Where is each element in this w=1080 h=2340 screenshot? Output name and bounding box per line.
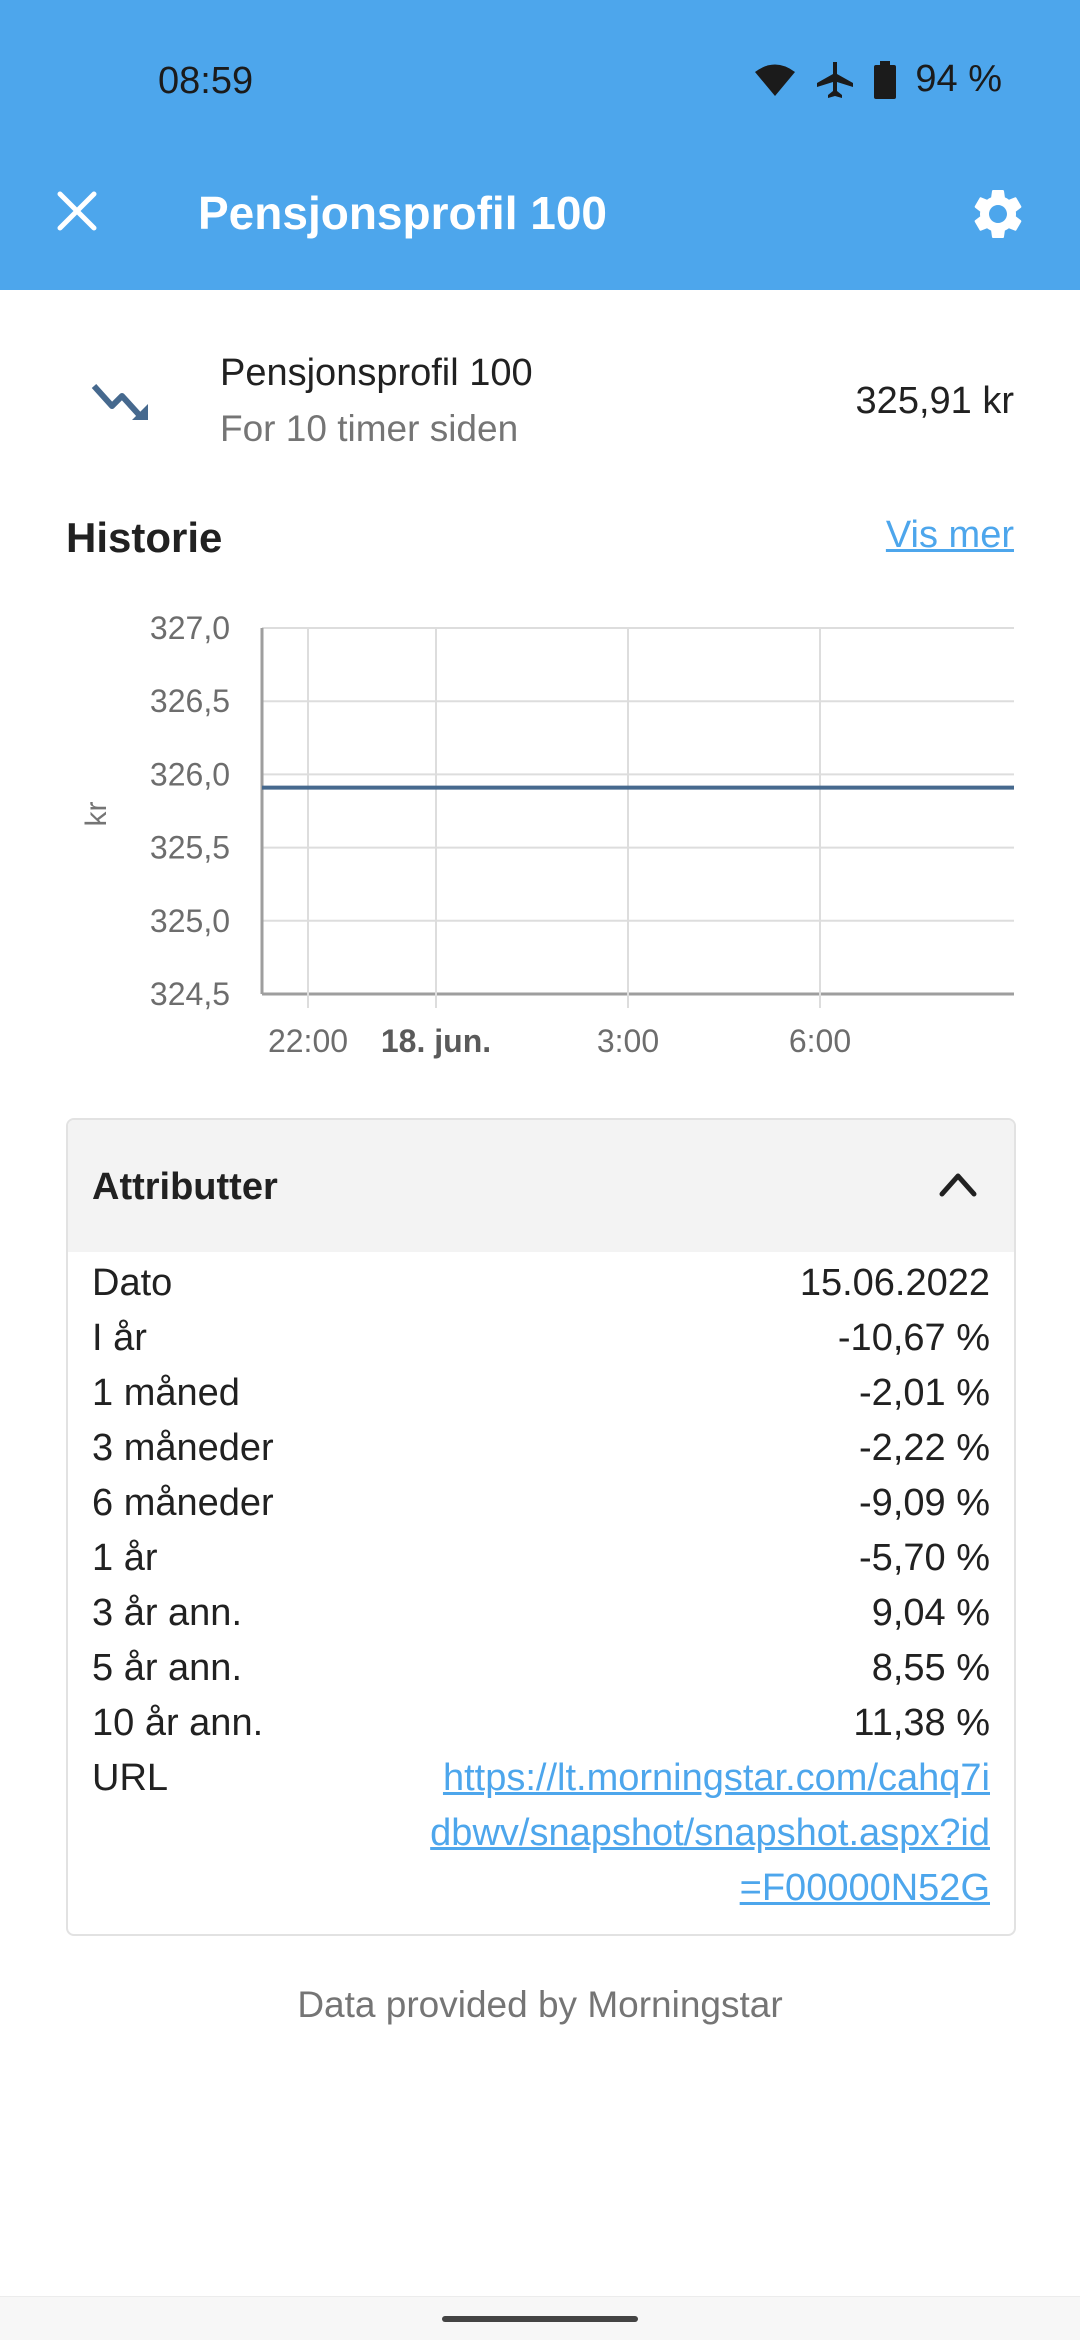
attribute-value: -9,09 % xyxy=(859,1482,990,1524)
attribute-label: URL xyxy=(92,1757,169,1799)
trending-down-icon xyxy=(91,383,148,421)
chart-x-tick-label: 3:00 xyxy=(597,1023,659,1059)
data-source-note: Data provided by Morningstar xyxy=(297,1984,783,2025)
attribute-value: 15.06.2022 xyxy=(799,1262,990,1304)
attribute-value: 11,38 % xyxy=(853,1702,990,1744)
attribute-row: 6 måneder -9,09 % xyxy=(92,1476,990,1531)
chart-x-tick-label: 18. jun. xyxy=(381,1023,491,1059)
chart-y-tick-label: 326,0 xyxy=(150,756,230,792)
attribute-label: I år xyxy=(92,1317,147,1359)
attributes-panel: Attributter Dato 15.06.2022 I år -10,67 % 1 … xyxy=(66,1118,1016,1936)
attribute-label: Dato xyxy=(92,1262,173,1304)
chart-y-tick-label: 325,0 xyxy=(150,903,230,939)
chart-x-ticks: 22:00 18. jun. 3:00 6:00 xyxy=(268,1023,851,1059)
attribute-row-url: URL https://lt.morningstar.com/cahq7idbwv… xyxy=(92,1751,990,1916)
battery-icon xyxy=(874,60,897,99)
attribute-label: 10 år ann. xyxy=(92,1702,264,1744)
home-indicator[interactable] xyxy=(442,2316,638,2322)
attribute-row: 3 år ann. 9,04 % xyxy=(92,1586,990,1641)
attribute-row: 3 måneder -2,22 % xyxy=(92,1421,990,1476)
attributes-list: Dato 15.06.2022 I år -10,67 % 1 måned -2,01 %… xyxy=(68,1252,1014,1916)
attribute-row: 1 måned -2,01 % xyxy=(92,1366,990,1421)
attribute-row: 10 år ann. 11,38 % xyxy=(92,1696,990,1751)
app-bar: 08:59 94 % Pensjonsprofil 100 xyxy=(0,0,1080,290)
chart-y-tick-label: 326,5 xyxy=(150,683,230,719)
attribute-label: 1 år xyxy=(92,1537,158,1579)
gear-icon xyxy=(974,190,1022,238)
attribute-row: I år -10,67 % xyxy=(92,1311,990,1366)
status-icons: 94 % xyxy=(753,58,1002,101)
attribute-value: -10,67 % xyxy=(837,1317,990,1359)
chart-y-ticks: 327,0 326,5 326,0 325,5 325,0 324,5 xyxy=(150,610,230,1012)
chart-grid xyxy=(260,627,1014,1008)
close-icon xyxy=(57,191,97,231)
history-chart: 327,0 326,5 326,0 325,5 325,0 324,5 22:00 18. … xyxy=(80,610,1014,1059)
attribute-label: 3 måneder xyxy=(92,1427,274,1469)
chart-y-tick-label: 327,0 xyxy=(150,610,230,646)
history-title: Historie xyxy=(66,514,223,561)
close-button[interactable] xyxy=(52,186,102,236)
attribute-value: -2,01 % xyxy=(859,1372,990,1414)
attribute-label: 5 år ann. xyxy=(92,1647,242,1689)
settings-button[interactable] xyxy=(968,184,1028,244)
attribute-label: 3 år ann. xyxy=(92,1592,242,1634)
wifi-icon xyxy=(755,64,796,96)
attributes-title: Attributter xyxy=(92,1166,278,1208)
chevron-up-icon xyxy=(939,1173,977,1197)
attribute-row: 5 år ann. 8,55 % xyxy=(92,1641,990,1696)
attribute-value: 8,55 % xyxy=(871,1647,990,1689)
status-time: 08:59 xyxy=(158,60,254,102)
chart-y-tick-label: 325,5 xyxy=(150,830,230,866)
chart-y-axis-label: kr xyxy=(80,802,113,827)
chart-x-tick-label: 22:00 xyxy=(268,1023,348,1059)
airplane-icon xyxy=(817,61,854,98)
morningstar-url-link[interactable]: https://lt.morningstar.com/cahq7idbwv/sn… xyxy=(430,1751,990,1916)
attributes-header[interactable]: Attributter xyxy=(68,1120,1014,1252)
battery-percent: 94 % xyxy=(915,58,1002,100)
chart-y-tick-label: 324,5 xyxy=(150,976,230,1012)
attribute-value: -5,70 % xyxy=(859,1537,990,1579)
fund-name: Pensjonsprofil 100 xyxy=(220,352,533,394)
attribute-value: 9,04 % xyxy=(871,1592,990,1634)
attribute-label: 6 måneder xyxy=(92,1482,274,1524)
chart-x-tick-label: 6:00 xyxy=(789,1023,851,1059)
attribute-value: -2,22 % xyxy=(859,1427,990,1469)
fund-value: 325,91 kr xyxy=(855,380,1014,422)
show-more-link[interactable]: Vis mer xyxy=(886,514,1014,557)
last-updated: For 10 timer siden xyxy=(220,408,519,449)
attribute-row: Dato 15.06.2022 xyxy=(92,1256,990,1311)
attribute-label: 1 måned xyxy=(92,1372,240,1414)
page-title: Pensjonsprofil 100 xyxy=(198,187,608,239)
attribute-row: 1 år -5,70 % xyxy=(92,1531,990,1586)
